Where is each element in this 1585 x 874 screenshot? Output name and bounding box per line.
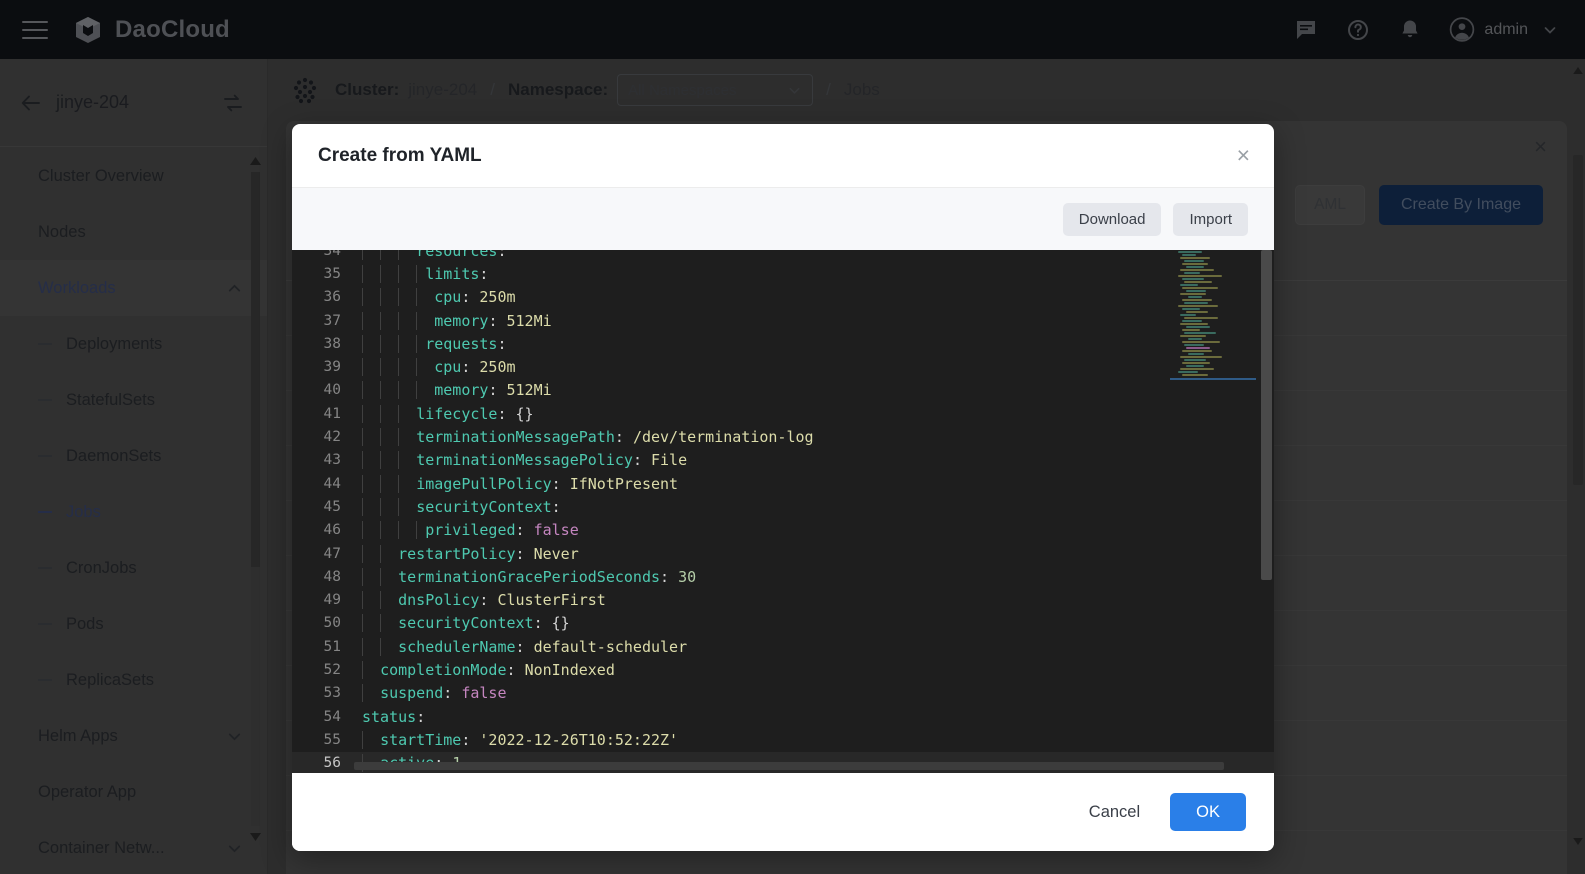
code-line[interactable]: 44 imagePullPolicy: IfNotPresent: [292, 472, 1274, 495]
code-line[interactable]: 36 cpu: 250m: [292, 286, 1274, 309]
code-lines[interactable]: 34 resources:35 limits:36 cpu: 250m37 me…: [292, 250, 1274, 773]
minimap-line: [1170, 373, 1256, 376]
code-line[interactable]: 37 memory: 512Mi: [292, 309, 1274, 332]
close-icon[interactable]: ×: [1237, 144, 1250, 167]
code-line[interactable]: 38 requests:: [292, 332, 1274, 355]
line-number: 47: [292, 546, 354, 562]
code-line[interactable]: 47 restartPolicy: Never: [292, 542, 1274, 565]
code-line-text: lifecycle: {}: [354, 405, 1274, 423]
line-number: 52: [292, 662, 354, 678]
code-line-text: terminationMessagePolicy: File: [354, 451, 1274, 469]
code-line-text: requests:: [354, 335, 1274, 353]
line-number: 54: [292, 709, 354, 725]
create-from-yaml-modal: Create from YAML × Download Import 34 re…: [292, 124, 1274, 851]
line-number: 40: [292, 382, 354, 398]
code-line[interactable]: 43 terminationMessagePolicy: File: [292, 449, 1274, 472]
line-number: 35: [292, 266, 354, 282]
code-line[interactable]: 48 terminationGracePeriodSeconds: 30: [292, 565, 1274, 588]
editor-scroll-thumb[interactable]: [1261, 250, 1272, 580]
line-number: 45: [292, 499, 354, 515]
code-line-text: startTime: '2022-12-26T10:52:22Z': [354, 731, 1274, 749]
code-line-text: status:: [354, 708, 1274, 726]
code-line-text: completionMode: NonIndexed: [354, 661, 1274, 679]
line-number: 43: [292, 452, 354, 468]
line-number: 38: [292, 336, 354, 352]
code-line[interactable]: 53 suspend: false: [292, 682, 1274, 705]
code-line[interactable]: 46 privileged: false: [292, 519, 1274, 542]
code-line[interactable]: 52 completionMode: NonIndexed: [292, 658, 1274, 681]
app-root: DaoCloud: [0, 0, 1585, 874]
code-line-text: imagePullPolicy: IfNotPresent: [354, 475, 1274, 493]
editor-horizontal-scrollbar[interactable]: [292, 762, 1258, 773]
modal-toolbar: Download Import: [292, 188, 1274, 250]
code-line-text: privileged: false: [354, 521, 1274, 539]
line-number: 36: [292, 289, 354, 305]
download-button[interactable]: Download: [1063, 203, 1162, 236]
ok-button[interactable]: OK: [1170, 793, 1246, 831]
code-line-text: cpu: 250m: [354, 288, 1274, 306]
line-number: 51: [292, 639, 354, 655]
editor-hscroll-thumb[interactable]: [354, 762, 1224, 770]
code-line[interactable]: 40 memory: 512Mi: [292, 379, 1274, 402]
minimap-current-line: [1170, 378, 1256, 380]
code-line-text: dnsPolicy: ClusterFirst: [354, 591, 1274, 609]
editor-viewport[interactable]: 34 resources:35 limits:36 cpu: 250m37 me…: [292, 250, 1274, 773]
code-line-text: securityContext:: [354, 498, 1274, 516]
modal-title: Create from YAML: [318, 145, 482, 167]
code-line-text: memory: 512Mi: [354, 312, 1274, 330]
code-line[interactable]: 54status:: [292, 705, 1274, 728]
code-line-text: terminationGracePeriodSeconds: 30: [354, 568, 1274, 586]
code-line[interactable]: 51 schedulerName: default-scheduler: [292, 635, 1274, 658]
editor-vertical-scrollbar[interactable]: [1258, 250, 1274, 773]
code-line[interactable]: 55 startTime: '2022-12-26T10:52:22Z': [292, 728, 1274, 751]
code-line-text: restartPolicy: Never: [354, 545, 1274, 563]
line-number: 39: [292, 359, 354, 375]
line-number: 48: [292, 569, 354, 585]
line-number: 53: [292, 685, 354, 701]
yaml-code-editor[interactable]: 34 resources:35 limits:36 cpu: 250m37 me…: [292, 250, 1274, 773]
modal-header: Create from YAML ×: [292, 124, 1274, 188]
line-number: 42: [292, 429, 354, 445]
code-line-text: cpu: 250m: [354, 358, 1274, 376]
line-number: 41: [292, 406, 354, 422]
line-number: 46: [292, 522, 354, 538]
code-line[interactable]: 49 dnsPolicy: ClusterFirst: [292, 588, 1274, 611]
code-line-text: securityContext: {}: [354, 614, 1274, 632]
code-line[interactable]: 45 securityContext:: [292, 495, 1274, 518]
line-number: 34: [292, 250, 354, 259]
code-line[interactable]: 35 limits:: [292, 262, 1274, 285]
code-line-text: suspend: false: [354, 684, 1274, 702]
code-line-text: limits:: [354, 265, 1274, 283]
line-number: 49: [292, 592, 354, 608]
line-number: 44: [292, 476, 354, 492]
code-line-text: memory: 512Mi: [354, 381, 1274, 399]
code-line[interactable]: 42 terminationMessagePath: /dev/terminat…: [292, 425, 1274, 448]
import-button[interactable]: Import: [1173, 203, 1248, 236]
cancel-button[interactable]: Cancel: [1075, 795, 1154, 830]
line-number: 50: [292, 615, 354, 631]
modal-footer: Cancel OK: [292, 773, 1274, 851]
editor-minimap[interactable]: [1170, 250, 1256, 773]
code-line[interactable]: 41 lifecycle: {}: [292, 402, 1274, 425]
code-line-text: terminationMessagePath: /dev/termination…: [354, 428, 1274, 446]
line-number: 37: [292, 313, 354, 329]
code-line-text: schedulerName: default-scheduler: [354, 638, 1274, 656]
line-number: 55: [292, 732, 354, 748]
code-line[interactable]: 50 securityContext: {}: [292, 612, 1274, 635]
code-line-text: resources:: [354, 250, 1274, 260]
code-line[interactable]: 39 cpu: 250m: [292, 355, 1274, 378]
code-line[interactable]: 34 resources:: [292, 250, 1274, 262]
